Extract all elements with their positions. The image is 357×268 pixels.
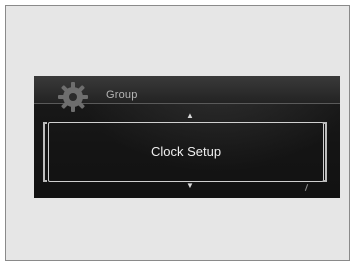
scroll-down-arrow-icon[interactable]: ▼ xyxy=(186,182,194,190)
gear-icon xyxy=(58,82,88,112)
scroll-up-arrow-icon[interactable]: ▲ xyxy=(186,112,194,120)
display-screen: Group ▲ Clock Setup ▼ xyxy=(34,76,340,198)
menu-item-label[interactable]: Clock Setup xyxy=(48,122,324,182)
selection-bracket-left xyxy=(43,122,47,182)
group-label: Group xyxy=(106,89,138,101)
